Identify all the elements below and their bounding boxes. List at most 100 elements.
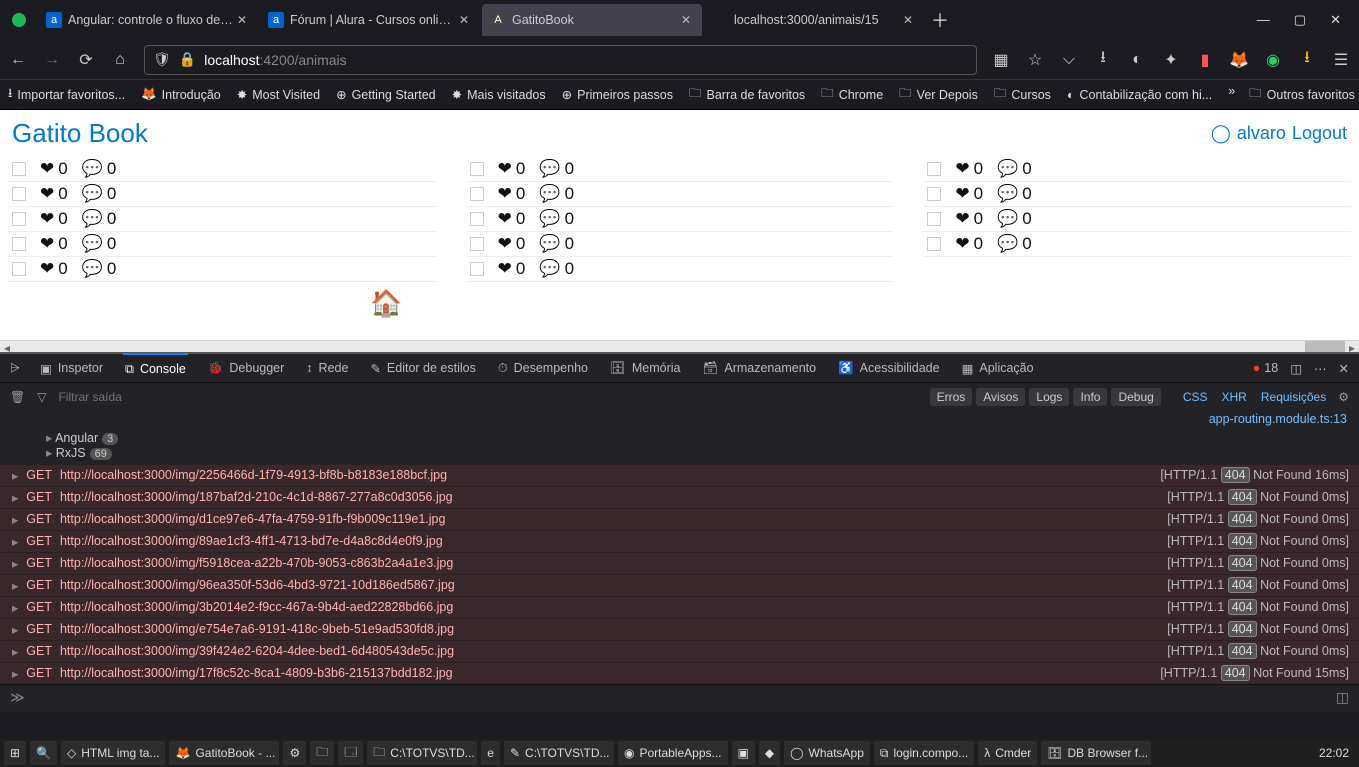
expand-arrow-icon[interactable]: ▸ [12,556,18,571]
expand-arrow-icon[interactable]: ▸ [12,512,18,527]
bookmark-item[interactable]: ✸Mais visitados [452,84,546,105]
filter-input[interactable] [58,390,213,404]
comment-icon[interactable]: 💬 [82,184,103,204]
taskbar-item[interactable]: ◇HTML img ta... [61,741,165,765]
close-icon[interactable]: ✕ [456,13,472,27]
heart-icon[interactable]: ❤ [40,184,54,204]
expand-arrow-icon[interactable]: ▸ [46,446,52,460]
console-error-row[interactable]: ▸GET http://localhost:3000/img/2256466d-… [0,464,1359,486]
taskbar-item[interactable]: e [481,741,500,765]
console-tree-item[interactable]: ▸ Angular3 [46,430,1359,445]
animal-card[interactable]: ❤0 💬0 [466,157,894,182]
comment-icon[interactable]: 💬 [82,259,103,279]
comment-icon[interactable]: 💬 [539,159,560,179]
home-icon[interactable]: 🏠 [370,288,402,319]
console-error-row[interactable]: ▸GET http://localhost:3000/img/3b2014e2-… [0,596,1359,618]
taskbar-item[interactable]: 🗄DB Browser f... [1041,741,1151,765]
animal-card[interactable]: ❤0 💬0 [923,182,1351,207]
filter-pill-logs[interactable]: Logs [1029,388,1069,406]
comment-icon[interactable]: 💬 [82,234,103,254]
reload-button[interactable]: ⟳ [76,50,96,70]
filter-pill-info[interactable]: Info [1073,388,1107,406]
comment-icon[interactable]: 💬 [997,209,1018,229]
taskbar-item[interactable]: 🗀 [310,741,334,765]
bookmark-item[interactable]: ✸Most Visited [237,84,320,105]
animal-card[interactable]: ❤0 💬0 [8,232,436,257]
expand-arrow-icon[interactable]: ▸ [12,578,18,593]
comment-icon[interactable]: 💬 [997,234,1018,254]
bookmark-item[interactable]: 🗀Barra de favoritos [689,84,805,105]
window-minimize[interactable]: ― [1257,12,1270,28]
bookmark-item[interactable]: ◐Contabilização com hi... [1067,84,1212,105]
console-error-row[interactable]: ▸GET http://localhost:3000/img/17f8c52c-… [0,662,1359,684]
taskbar-item[interactable]: 🦊GatitoBook - ... [169,741,279,765]
console-link-requisições[interactable]: Requisições [1261,390,1326,404]
bookmark-item[interactable]: 🗀Cursos [994,84,1051,105]
console-error-row[interactable]: ▸GET http://localhost:3000/img/187baf2d-… [0,486,1359,508]
logout-link[interactable]: Logout [1292,123,1347,144]
expand-arrow-icon[interactable]: ▸ [12,600,18,615]
filter-pill-debug[interactable]: Debug [1111,388,1160,406]
console-error-row[interactable]: ▸GET http://localhost:3000/img/d1ce97e6-… [0,508,1359,530]
comment-icon[interactable]: 💬 [997,159,1018,179]
console-error-row[interactable]: ▸GET http://localhost:3000/img/89ae1cf3-… [0,530,1359,552]
taskbar-item[interactable]: ⚙ [283,741,306,765]
filter-pill-avisos[interactable]: Avisos [976,388,1025,406]
download-icon[interactable]: ⭳ [1093,50,1113,70]
browser-tab[interactable]: aFórum | Alura - Cursos online d…✕ [260,4,480,36]
heart-icon[interactable]: ❤ [955,159,969,179]
bookmark-item[interactable]: ⭳Importar favoritos... [8,84,125,105]
bookmark-item[interactable]: 🗀Chrome [821,84,883,105]
animal-card[interactable]: ❤0 💬0 [8,182,436,207]
expand-arrow-icon[interactable]: ▸ [12,622,18,637]
heart-icon[interactable]: ❤ [40,159,54,179]
heart-icon[interactable]: ❤ [40,234,54,254]
taskbar-item[interactable]: λCmder [978,741,1037,765]
devtools-close-icon[interactable]: ✕ [1339,361,1349,376]
animal-card[interactable]: ❤0 💬0 [8,257,436,282]
heart-icon[interactable]: ❤ [40,259,54,279]
taskbar-item[interactable]: ◆ [759,741,780,765]
devtools-tab-desempenho[interactable]: ⏱Desempenho [496,353,590,383]
expand-arrow-icon[interactable]: ▸ [46,431,52,445]
devtools-tab-aplicação[interactable]: ▦Aplicação [960,353,1036,383]
comment-icon[interactable]: 💬 [539,184,560,204]
expand-arrow-icon[interactable]: ▸ [12,644,18,659]
devtools-more-icon[interactable]: ⋯ [1314,361,1327,376]
back-button[interactable]: ← [8,50,28,70]
heart-icon[interactable]: ❤ [955,234,969,254]
console-repl[interactable]: ≫◫ [0,684,1359,712]
animal-card[interactable]: ❤0 💬0 [8,207,436,232]
brand-link[interactable]: Gatito Book [12,118,148,149]
devtools-tab-memória[interactable]: 🗄Memória [608,353,683,383]
console-error-row[interactable]: ▸GET http://localhost:3000/img/f5918cea-… [0,552,1359,574]
bookmark-item[interactable]: ⊕Getting Started [336,84,436,105]
animal-card[interactable]: ❤0 💬0 [923,207,1351,232]
close-icon[interactable]: ✕ [678,13,694,27]
error-count[interactable]: 18 [1264,361,1278,375]
console-tree-item[interactable]: ▸ RxJS69 [46,445,1359,460]
comment-icon[interactable]: 💬 [82,209,103,229]
taskbar-item[interactable]: 🔍 [30,741,57,765]
ext-icon-1[interactable]: ◐ [1127,50,1147,70]
animal-card[interactable]: ❤0 💬0 [923,232,1351,257]
ext-icon-5[interactable]: ◉ [1263,50,1283,70]
animal-card[interactable]: ❤0 💬0 [466,182,894,207]
comment-icon[interactable]: 💬 [82,159,103,179]
close-icon[interactable]: ✕ [234,13,250,27]
taskbar-item[interactable]: ◉PortableApps... [618,741,728,765]
trash-icon[interactable]: 🗑 [10,390,25,404]
bookmark-other-favoritos[interactable]: 🗀Outros favoritos [1249,84,1355,105]
taskbar-item[interactable]: ⧉login.compo... [874,741,974,765]
comment-icon[interactable]: 💬 [539,234,560,254]
expand-arrow-icon[interactable]: ▸ [12,468,18,483]
ext-icon-2[interactable]: ✦ [1161,50,1181,70]
heart-icon[interactable]: ❤ [498,184,512,204]
ext-icon-3[interactable]: ▮ [1195,50,1215,70]
console-error-row[interactable]: ▸GET http://localhost:3000/img/e754e7a6-… [0,618,1359,640]
animal-card[interactable]: ❤0 💬0 [466,232,894,257]
filter-pill-erros[interactable]: Erros [930,388,973,406]
close-icon[interactable]: ✕ [900,13,916,27]
expand-arrow-icon[interactable]: ▸ [12,490,18,505]
taskbar-item[interactable]: ▣ [732,741,755,765]
